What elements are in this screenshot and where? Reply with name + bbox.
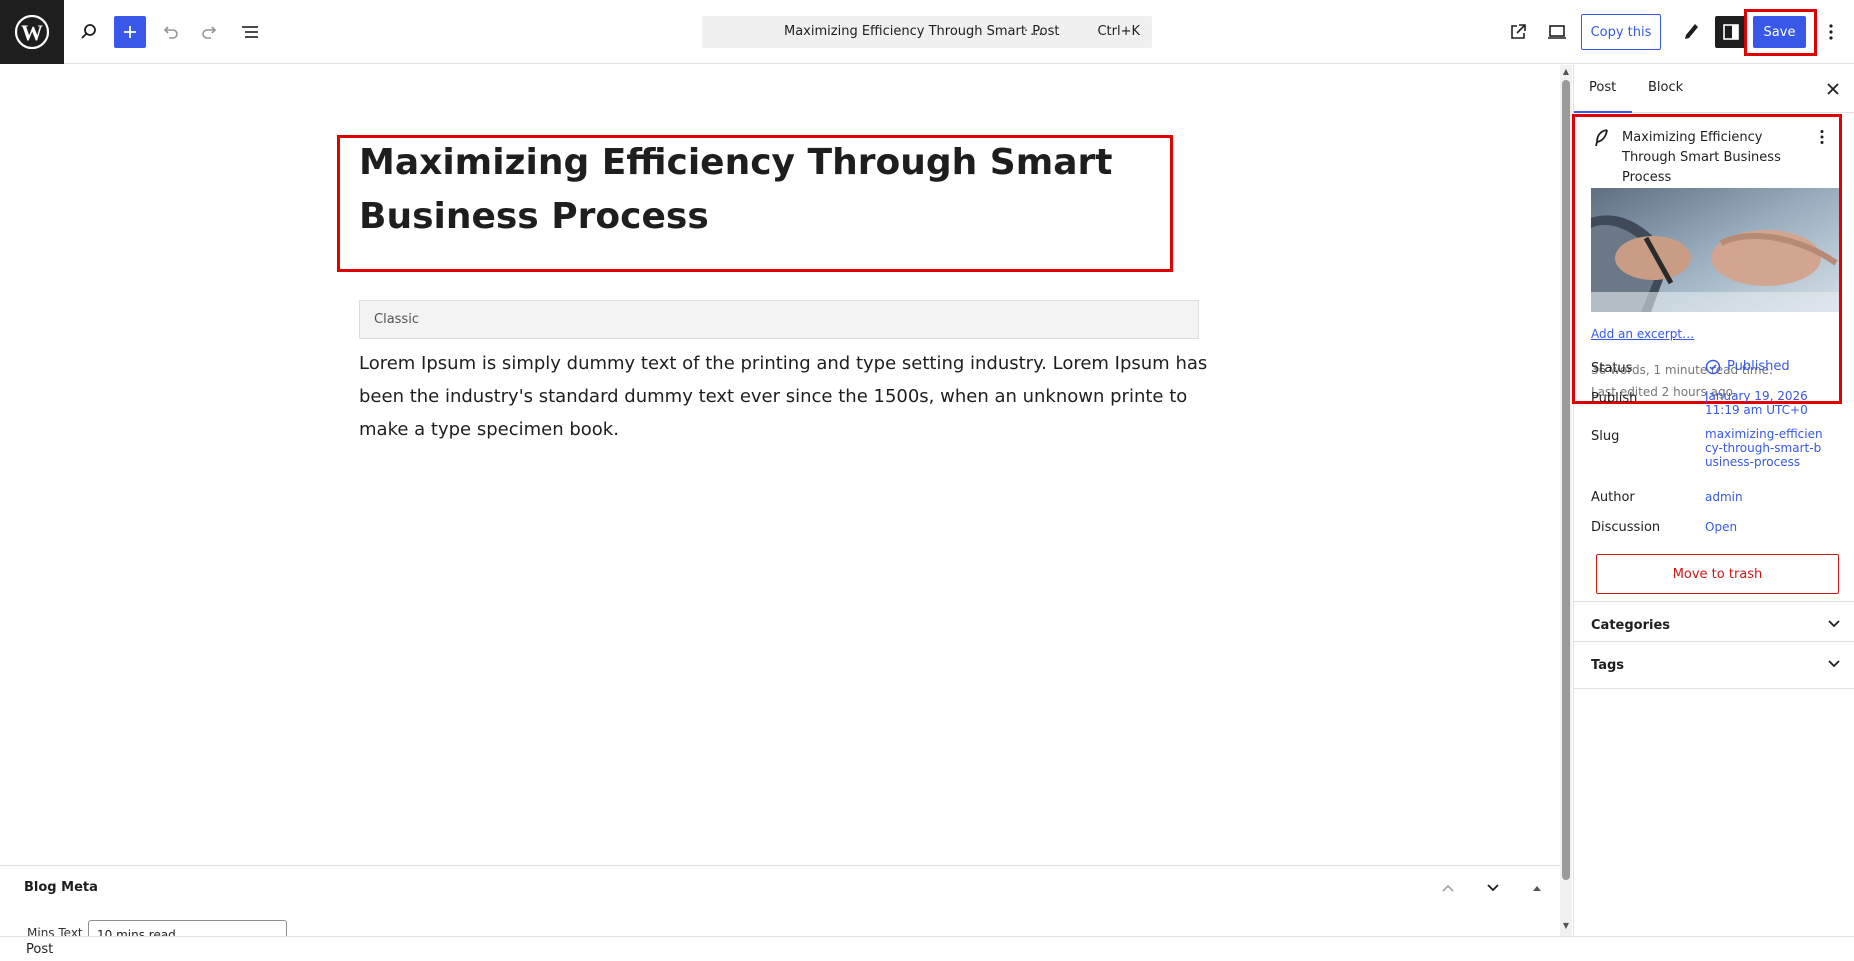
styles-pen-icon[interactable] — [1675, 16, 1707, 48]
status-value-button[interactable]: Published — [1705, 359, 1825, 375]
classic-block-label[interactable]: Classic — [359, 300, 1199, 339]
published-check-icon — [1705, 359, 1721, 375]
command-post-title: Maximizing Efficiency Through Smart ... — [784, 24, 1043, 39]
scroll-up-icon[interactable]: ▲ — [1560, 66, 1572, 78]
author-label: Author — [1591, 490, 1635, 505]
tags-label: Tags — [1591, 658, 1625, 673]
document-overview-icon[interactable] — [234, 16, 266, 48]
publish-label: Publish — [1591, 391, 1638, 406]
breadcrumb-post[interactable]: Post — [26, 942, 53, 957]
wordpress-logo-icon[interactable]: W — [0, 0, 64, 64]
status-value: Published — [1727, 359, 1790, 374]
search-icon[interactable] — [73, 16, 105, 48]
post-feather-icon — [1594, 129, 1610, 151]
sidebar-tabs: Post Block — [1574, 65, 1854, 113]
redo-icon[interactable] — [194, 16, 226, 48]
move-to-trash-button[interactable]: Move to trash — [1596, 554, 1839, 594]
tab-block[interactable]: Block — [1648, 65, 1708, 113]
summary-post-title: Maximizing Efficiency Through Smart Busi… — [1622, 130, 1781, 185]
preview-device-icon[interactable] — [1541, 16, 1573, 48]
post-paragraph[interactable]: Lorem Ipsum is simply dummy text of the … — [359, 347, 1209, 446]
toggle-panel-icon[interactable] — [1525, 876, 1549, 900]
scrollbar-thumb[interactable] — [1562, 80, 1570, 880]
slug-value-button[interactable]: maximizing-efficiency-through-smart-busi… — [1705, 427, 1823, 469]
publish-date-button[interactable]: January 19, 2026 11:19 am UTC+0 — [1705, 389, 1825, 417]
post-actions-more-icon[interactable] — [1819, 129, 1825, 149]
settings-sidebar-toggle-icon[interactable] — [1715, 16, 1747, 48]
view-post-external-icon[interactable] — [1502, 16, 1534, 48]
move-up-icon[interactable] — [1436, 876, 1460, 900]
add-excerpt-link[interactable]: Add an excerpt… — [1591, 327, 1694, 341]
command-palette-bar[interactable]: Maximizing Efficiency Through Smart ... … — [702, 16, 1152, 48]
status-label: Status — [1591, 361, 1633, 376]
tags-panel-toggle[interactable]: Tags — [1574, 641, 1854, 689]
tab-post[interactable]: Post — [1574, 65, 1632, 113]
close-icon[interactable] — [1821, 77, 1845, 101]
categories-label: Categories — [1591, 618, 1671, 633]
undo-icon[interactable] — [154, 16, 186, 48]
chevron-down-icon — [1827, 656, 1841, 674]
svg-text:W: W — [21, 20, 43, 45]
copy-this-button[interactable]: Copy this — [1581, 14, 1661, 50]
settings-sidebar: Post Block Maximizing Efficiency Through… — [1572, 65, 1854, 936]
author-value-button[interactable]: admin — [1705, 490, 1825, 504]
command-post-type: · Post — [1024, 24, 1060, 39]
save-button[interactable]: Save — [1753, 16, 1806, 48]
scroll-down-icon[interactable]: ▼ — [1560, 920, 1572, 932]
editor-header: W Maximizing Efficiency Through Smart ..… — [0, 0, 1854, 64]
move-down-icon[interactable] — [1481, 876, 1505, 900]
discussion-label: Discussion — [1591, 520, 1661, 535]
slug-label: Slug — [1591, 429, 1620, 444]
featured-image[interactable] — [1591, 188, 1839, 312]
options-more-icon[interactable] — [1815, 16, 1847, 48]
command-shortcut: Ctrl+K — [1097, 24, 1140, 39]
meta-box-title: Blog Meta — [24, 880, 98, 895]
editor-footer-breadcrumb: Post — [0, 936, 1854, 961]
chevron-down-icon — [1827, 616, 1841, 634]
add-block-button[interactable] — [114, 16, 146, 48]
discussion-value-button[interactable]: Open — [1705, 520, 1825, 534]
post-title[interactable]: Maximizing Efficiency Through Smart Busi… — [359, 136, 1159, 244]
blog-meta-panel: Blog Meta Mins Text — [0, 865, 1560, 950]
